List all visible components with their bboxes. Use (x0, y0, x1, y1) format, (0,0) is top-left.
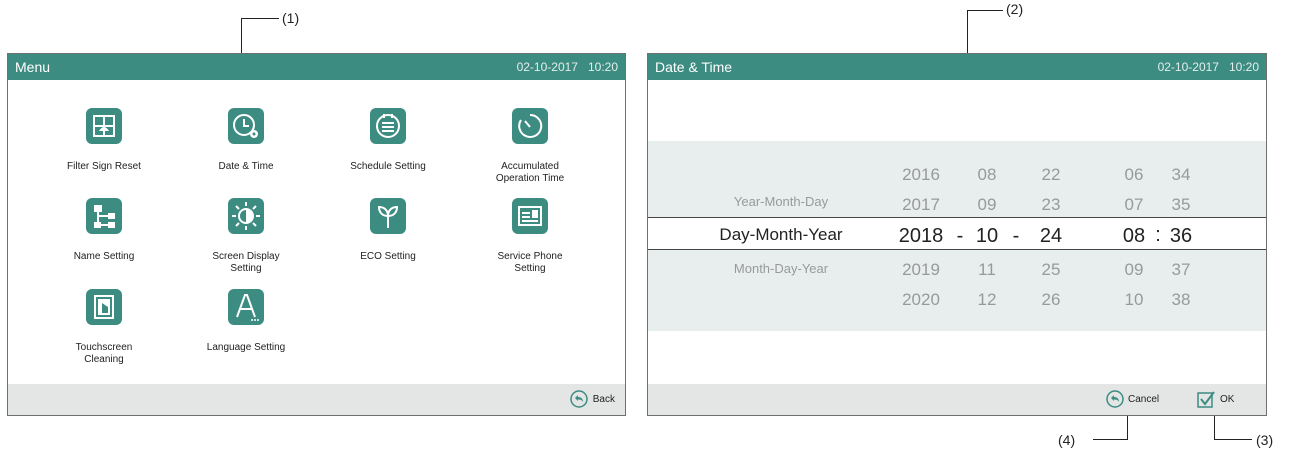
year-option[interactable]: 2020 (902, 290, 940, 310)
month-option-selected[interactable]: 10 (976, 225, 998, 248)
minute-option[interactable]: 37 (1172, 260, 1191, 280)
day-option-selected[interactable]: 24 (1040, 225, 1062, 248)
menu-titlebar: Menu 02-10-2017 10:20 (8, 54, 625, 80)
month-option[interactable]: 09 (978, 195, 997, 215)
contact-card-icon (512, 198, 548, 234)
menu-screen: Menu 02-10-2017 10:20 Filter Sign Reset D… (7, 53, 626, 416)
back-button[interactable]: Back (570, 389, 615, 409)
cancel-button[interactable]: Cancel (1106, 388, 1159, 410)
year-option[interactable]: 2016 (902, 165, 940, 185)
date-time-time: 10:20 (1228, 60, 1259, 74)
date-separator: - (1012, 225, 1020, 247)
menu-title: Menu (15, 59, 51, 75)
day-option[interactable]: 25 (1042, 260, 1061, 280)
menu-item-label: Schedule Setting (350, 161, 426, 172)
hierarchy-icon (86, 198, 122, 234)
menu-footer: Back (8, 384, 625, 415)
hour-option[interactable]: 09 (1125, 260, 1144, 280)
clock-gear-icon (228, 108, 264, 144)
checkbox-check-icon (1197, 391, 1215, 408)
filter-icon (86, 108, 122, 144)
day-option[interactable]: 22 (1042, 165, 1061, 185)
calendar-icon (370, 108, 406, 144)
month-option[interactable]: 12 (978, 290, 997, 310)
back-arrow-icon (570, 390, 588, 408)
callout-4-line-h (1093, 439, 1127, 440)
day-option[interactable]: 26 (1042, 290, 1061, 310)
menu-item-label: Language Setting (206, 342, 286, 353)
hour-option[interactable]: 06 (1125, 165, 1144, 185)
callout-2: (2) (1006, 1, 1024, 17)
format-option-selected[interactable]: Day-Month-Year (719, 225, 842, 245)
hour-option-selected[interactable]: 08 (1123, 225, 1145, 248)
callout-2-line-h (967, 10, 1003, 11)
date-time-titlebar: Date & Time 02-10-2017 10:20 (648, 54, 1266, 80)
menu-item-label: Date & Time (218, 161, 274, 172)
date-time-screen: Date & Time 02-10-2017 10:20 Year-Month-D… (647, 53, 1267, 416)
callout-3-line-v (1214, 412, 1215, 439)
cancel-arrow-icon (1106, 390, 1124, 408)
callout-3-line-h (1214, 439, 1252, 440)
menu-date: 02-10-2017 (516, 60, 578, 74)
language-icon (228, 289, 264, 325)
menu-item-label: Screen Display Setting (212, 251, 280, 274)
back-label: Back (592, 393, 615, 405)
format-option[interactable]: Year-Month-Day (734, 194, 828, 209)
date-time-title: Date & Time (655, 59, 733, 75)
year-option[interactable]: 2017 (902, 195, 940, 215)
date-separator: - (956, 225, 964, 247)
callout-3: (3) (1256, 432, 1274, 448)
menu-item-label: ECO Setting (360, 251, 416, 262)
ok-label: OK (1220, 393, 1235, 405)
ok-button[interactable]: OK (1196, 388, 1234, 410)
minute-option[interactable]: 35 (1172, 195, 1191, 215)
callout-1: (1) (282, 10, 300, 26)
minute-option[interactable]: 38 (1172, 290, 1191, 310)
menu-item-label: Service Phone Setting (497, 251, 563, 274)
sprout-icon (370, 198, 406, 234)
hour-option[interactable]: 10 (1125, 290, 1144, 310)
touch-screen-icon (86, 289, 122, 325)
callout-4: (4) (1058, 432, 1076, 448)
callout-1-line-h (241, 18, 279, 19)
date-time-datetime: 02-10-2017 10:20 (1158, 60, 1259, 74)
year-option-selected[interactable]: 2018 (899, 225, 944, 248)
menu-item-label: Name Setting (73, 251, 135, 262)
hour-option[interactable]: 07 (1125, 195, 1144, 215)
day-option[interactable]: 23 (1042, 195, 1061, 215)
date-time-picker[interactable]: Year-Month-Day Day-Month-Year Month-Day-… (648, 141, 1266, 331)
callout-4-line-v (1127, 412, 1128, 440)
cancel-label: Cancel (1128, 393, 1160, 405)
month-option[interactable]: 08 (978, 165, 997, 185)
timer-icon (512, 108, 548, 144)
menu-item-label: Filter Sign Reset (67, 161, 141, 172)
menu-datetime: 02-10-2017 10:20 (517, 60, 618, 74)
date-time-date: 02-10-2017 (1157, 60, 1219, 74)
menu-item-label: Accumulated Operation Time (495, 161, 565, 184)
year-option[interactable]: 2019 (902, 260, 940, 280)
menu-item-label: Touchscreen Cleaning (75, 342, 133, 365)
time-separator: : (1155, 224, 1161, 246)
menu-time: 10:20 (587, 60, 618, 74)
format-option[interactable]: Month-Day-Year (734, 261, 828, 276)
minute-option-selected[interactable]: 36 (1170, 225, 1192, 248)
brightness-icon (228, 198, 264, 234)
date-time-footer: Cancel OK (648, 384, 1266, 415)
month-option[interactable]: 11 (978, 260, 996, 280)
minute-option[interactable]: 34 (1172, 165, 1191, 185)
